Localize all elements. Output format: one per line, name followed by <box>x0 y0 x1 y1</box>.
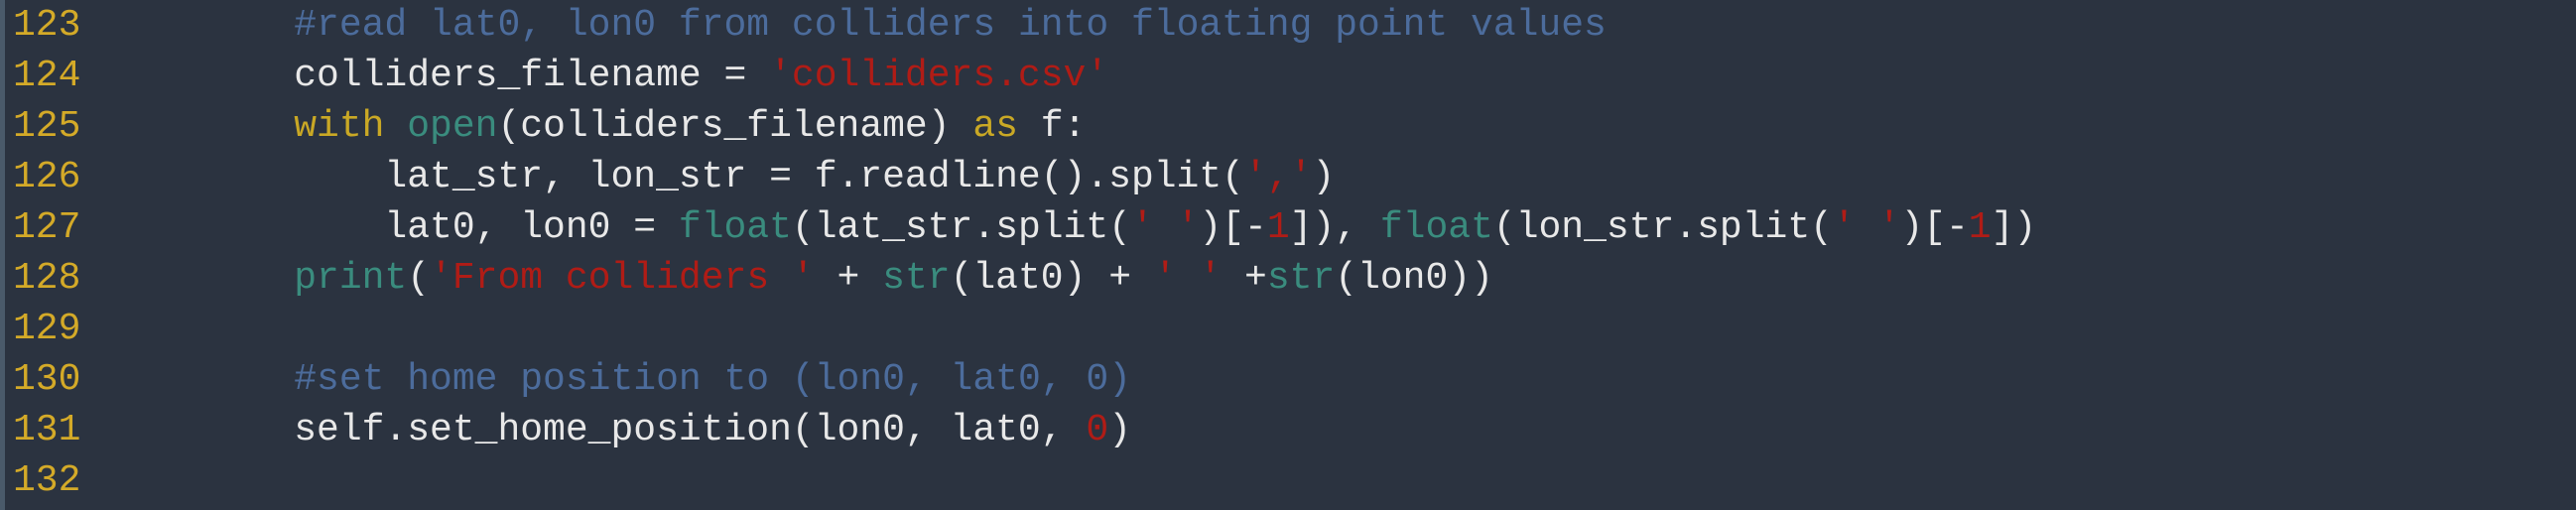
code-token-comment: #set home position to (lon0, lat0, 0) <box>294 358 1131 401</box>
code-text: with open(colliders_filename) as f: <box>203 101 1086 152</box>
line-number: 128 <box>13 257 81 300</box>
code-token-builtin: str <box>1266 257 1336 300</box>
code-token-string: 'colliders.csv' <box>769 55 1109 97</box>
code-token-plain: colliders_filename = <box>203 55 770 97</box>
code-token-string: ' ' <box>1153 257 1223 300</box>
code-token-string: ',' <box>1243 156 1313 198</box>
code-token-plain: lat0, lon0 = <box>203 206 679 249</box>
code-text: lat_str, lon_str = f.readline().split(',… <box>203 152 1335 202</box>
code-token-plain: ) <box>1312 156 1336 198</box>
code-token-plain: ]) <box>1991 206 2037 249</box>
code-token-plain: (lat_str.split( <box>791 206 1131 249</box>
code-token-string: ' ' <box>1130 206 1200 249</box>
code-token-plain: (colliders_filename) <box>497 105 973 148</box>
code-token-builtin: str <box>882 257 951 300</box>
code-token-plain: ]), <box>1289 206 1380 249</box>
code-token-number: 1 <box>1266 206 1290 249</box>
code-text: self.set_home_position(lon0, lat0, 0) <box>203 405 1131 455</box>
code-token-keyword: as <box>972 105 1018 148</box>
line-number: 129 <box>13 308 81 350</box>
code-text: lat0, lon0 = float(lat_str.split(' ')[-1… <box>203 202 2036 253</box>
code-token-string: ' ' <box>1832 206 1901 249</box>
code-token-keyword: with <box>294 105 385 148</box>
code-token-plain: )[- <box>1900 206 1969 249</box>
code-token-builtin: open <box>407 105 498 148</box>
code-token-plain: ) <box>1108 409 1131 451</box>
line-number: 132 <box>13 459 81 502</box>
code-token-comment: #read lat0, lon0 from colliders into flo… <box>294 4 1607 47</box>
code-token-string: 'From colliders ' <box>430 257 815 300</box>
code-token-plain: f: <box>1017 105 1087 148</box>
line-number: 126 <box>13 156 81 198</box>
line-number: 125 <box>13 105 81 148</box>
code-text: colliders_filename = 'colliders.csv' <box>203 51 1108 101</box>
code-token-plain: + <box>814 257 883 300</box>
line-number: 124 <box>13 55 81 97</box>
code-editor[interactable]: 123 #read lat0, lon0 from colliders into… <box>0 0 2576 510</box>
code-token-plain: )[- <box>1199 206 1267 249</box>
line-number: 130 <box>13 358 81 401</box>
code-token-number: 0 <box>1086 409 1109 451</box>
code-token-builtin: print <box>294 257 408 300</box>
code-token-plain: (lon0)) <box>1335 257 1493 300</box>
code-token-plain: lat_str, lon_str = f.readline().split( <box>203 156 1244 198</box>
code-token-plain: (lon_str.split( <box>1492 206 1833 249</box>
code-token-plain: + <box>1222 257 1267 300</box>
line-number: 127 <box>13 206 81 249</box>
code-token-number: 1 <box>1968 206 1992 249</box>
code-text: #set home position to (lon0, lat0, 0) <box>203 354 1131 405</box>
code-token-builtin: float <box>1379 206 1493 249</box>
line-number: 131 <box>13 409 81 451</box>
code-text: #read lat0, lon0 from colliders into flo… <box>203 0 1607 51</box>
code-token-plain: ( <box>407 257 431 300</box>
code-token-plain: (lat0) + <box>950 257 1154 300</box>
line-number: 123 <box>13 4 81 47</box>
code-token-plain: self.set_home_position(lon0, lat0, <box>203 409 1087 451</box>
code-token-builtin: float <box>678 206 792 249</box>
code-text: print('From colliders ' + str(lat0) + ' … <box>203 253 1493 304</box>
